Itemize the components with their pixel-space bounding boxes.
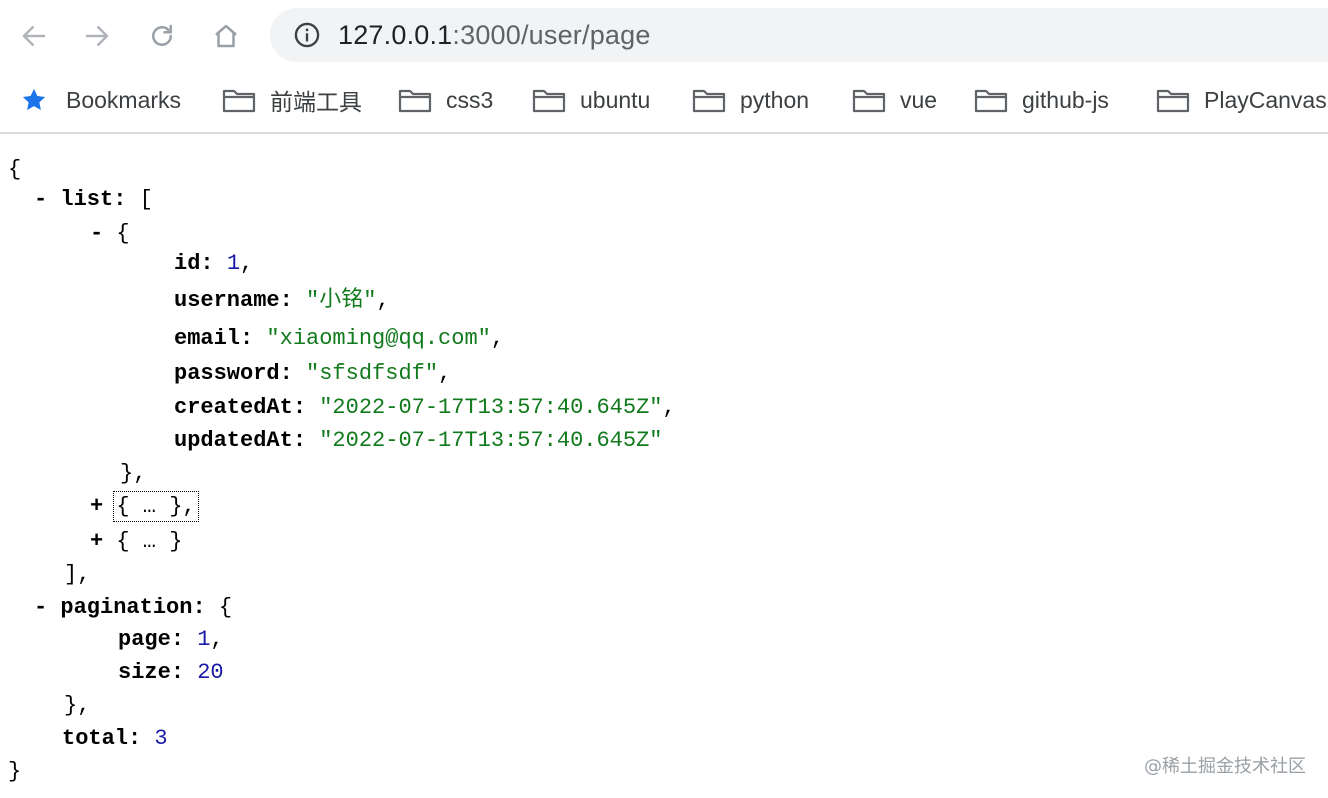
home-button[interactable] (204, 14, 248, 58)
json-field-total: total: 3 (62, 726, 168, 751)
json-field-id: id: 1, (174, 251, 254, 276)
home-icon (215, 24, 237, 48)
bookmarks-bar: Bookmarks 前端工具 css3 ubuntu python vue gi… (0, 72, 1328, 134)
json-collapsed-item-3[interactable]: { … } (116, 529, 182, 554)
json-value-password: "sfsdfsdf" (306, 361, 439, 386)
json-value-updatedat: "2022-07-17T13:57:40.645Z" (319, 428, 663, 453)
json-field-email: email: "xiaoming@qq.com", (174, 326, 505, 351)
json-key-email: email (174, 326, 241, 351)
json-pagination-close: }, (64, 693, 91, 718)
json-field-updatedat: updatedAt: "2022-07-17T13:57:40.645Z" (174, 428, 663, 453)
bookmark-folder-css3[interactable]: css3 (398, 80, 493, 120)
bookmark-label: css3 (446, 86, 494, 113)
json-item-open-line: - { (90, 218, 130, 250)
json-field-size: size: 20 (118, 660, 224, 685)
json-key-page: page (118, 627, 171, 652)
bookmark-folder-python[interactable]: python (692, 80, 809, 120)
json-list-open: [ (139, 187, 153, 212)
forward-button[interactable] (75, 14, 119, 58)
json-key-list: list (60, 187, 114, 212)
folder-icon (692, 89, 726, 113)
json-value-id: 1 (226, 251, 241, 276)
json-key-pagination: pagination (60, 595, 193, 620)
json-item-close: }, (120, 461, 147, 486)
bookmark-folder-playcanvas[interactable]: PlayCanvas (1156, 80, 1327, 120)
bookmark-bookmarks[interactable]: Bookmarks (20, 80, 181, 120)
info-icon[interactable] (292, 20, 322, 50)
json-list-line: - list: [ (34, 187, 153, 212)
folder-icon (398, 89, 432, 113)
bookmark-folder-github-js[interactable]: github-js (974, 80, 1109, 120)
star-icon (22, 88, 46, 111)
watermark: @稀土掘金技术社区 (1144, 756, 1306, 777)
bookmark-folder-vue[interactable]: vue (852, 80, 937, 120)
json-key-size: size (118, 660, 171, 685)
back-button[interactable] (12, 14, 56, 58)
bookmark-folder-frontend-tools[interactable]: 前端工具 (222, 80, 362, 120)
json-value-size: 20 (197, 660, 224, 685)
json-root-close: } (8, 759, 22, 784)
json-value-username: "小铭" (306, 288, 377, 313)
json-collapsed-item-2[interactable]: { … }, (113, 491, 199, 522)
bookmark-folder-ubuntu[interactable]: ubuntu (532, 80, 650, 120)
bookmark-label: github-js (1022, 86, 1109, 113)
arrow-right-icon (85, 26, 109, 46)
bookmark-label: python (740, 86, 810, 113)
json-root-open: { (8, 157, 22, 182)
json-list-close: ], (64, 562, 91, 587)
json-value-page: 1 (197, 627, 211, 652)
folder-icon (532, 89, 566, 113)
bookmark-label: PlayCanvas (1204, 86, 1327, 113)
expand-toggle-item-2[interactable]: + (90, 494, 103, 519)
json-pagination-line: - pagination: { (34, 595, 233, 620)
expand-toggle-item-3[interactable]: + (90, 529, 103, 554)
json-key-id: id (174, 251, 201, 276)
collapse-toggle-list[interactable]: - (34, 187, 47, 212)
json-field-username: username: "小铭", (174, 288, 390, 313)
folder-icon (1156, 89, 1190, 113)
url-port-path: :3000/user/page (452, 19, 651, 50)
json-key-createdat: createdAt (174, 395, 293, 420)
json-pagination-open: { (218, 595, 233, 620)
json-field-createdat: createdAt: "2022-07-17T13:57:40.645Z", (174, 395, 676, 420)
json-value-email: "xiaoming@qq.com" (266, 326, 491, 351)
json-value-createdat: "2022-07-17T13:57:40.645Z" (319, 395, 663, 420)
folder-icon (852, 89, 886, 113)
url-host: 127.0.0.1 (338, 19, 453, 50)
bookmark-label: ubuntu (580, 86, 651, 113)
json-key-username: username (174, 288, 280, 313)
json-item-open: { (116, 221, 130, 246)
address-bar[interactable]: 127.0.0.1:3000/user/page (270, 8, 1328, 62)
reload-button[interactable] (140, 14, 184, 58)
bookmark-label: Bookmarks (66, 86, 182, 113)
json-item-3-collapsed-line: + { … } (90, 526, 182, 558)
collapse-toggle-item-1[interactable]: - (90, 221, 103, 246)
arrow-left-icon (22, 26, 46, 46)
json-key-updatedat: updatedAt (174, 428, 293, 453)
bookmark-label: vue (900, 86, 938, 113)
bookmark-label: 前端工具 (270, 89, 362, 115)
json-key-total: total (62, 726, 129, 751)
collapse-toggle-pagination[interactable]: - (34, 595, 47, 620)
json-field-page: page: 1, (118, 627, 224, 652)
json-key-password: password (174, 361, 280, 386)
browser-toolbar: 127.0.0.1:3000/user/page (0, 0, 1328, 70)
json-viewer: { - list: [ - { id: 1, username: "小铭", e… (0, 134, 1328, 798)
json-item-2-collapsed-line: + { … }, (90, 491, 199, 523)
url-text[interactable]: 127.0.0.1:3000/user/page (338, 20, 651, 51)
folder-icon (222, 89, 256, 113)
json-value-total: 3 (154, 726, 168, 751)
json-field-password: password: "sfsdfsdf", (174, 361, 452, 386)
folder-icon (974, 89, 1008, 113)
reload-icon (152, 24, 172, 46)
